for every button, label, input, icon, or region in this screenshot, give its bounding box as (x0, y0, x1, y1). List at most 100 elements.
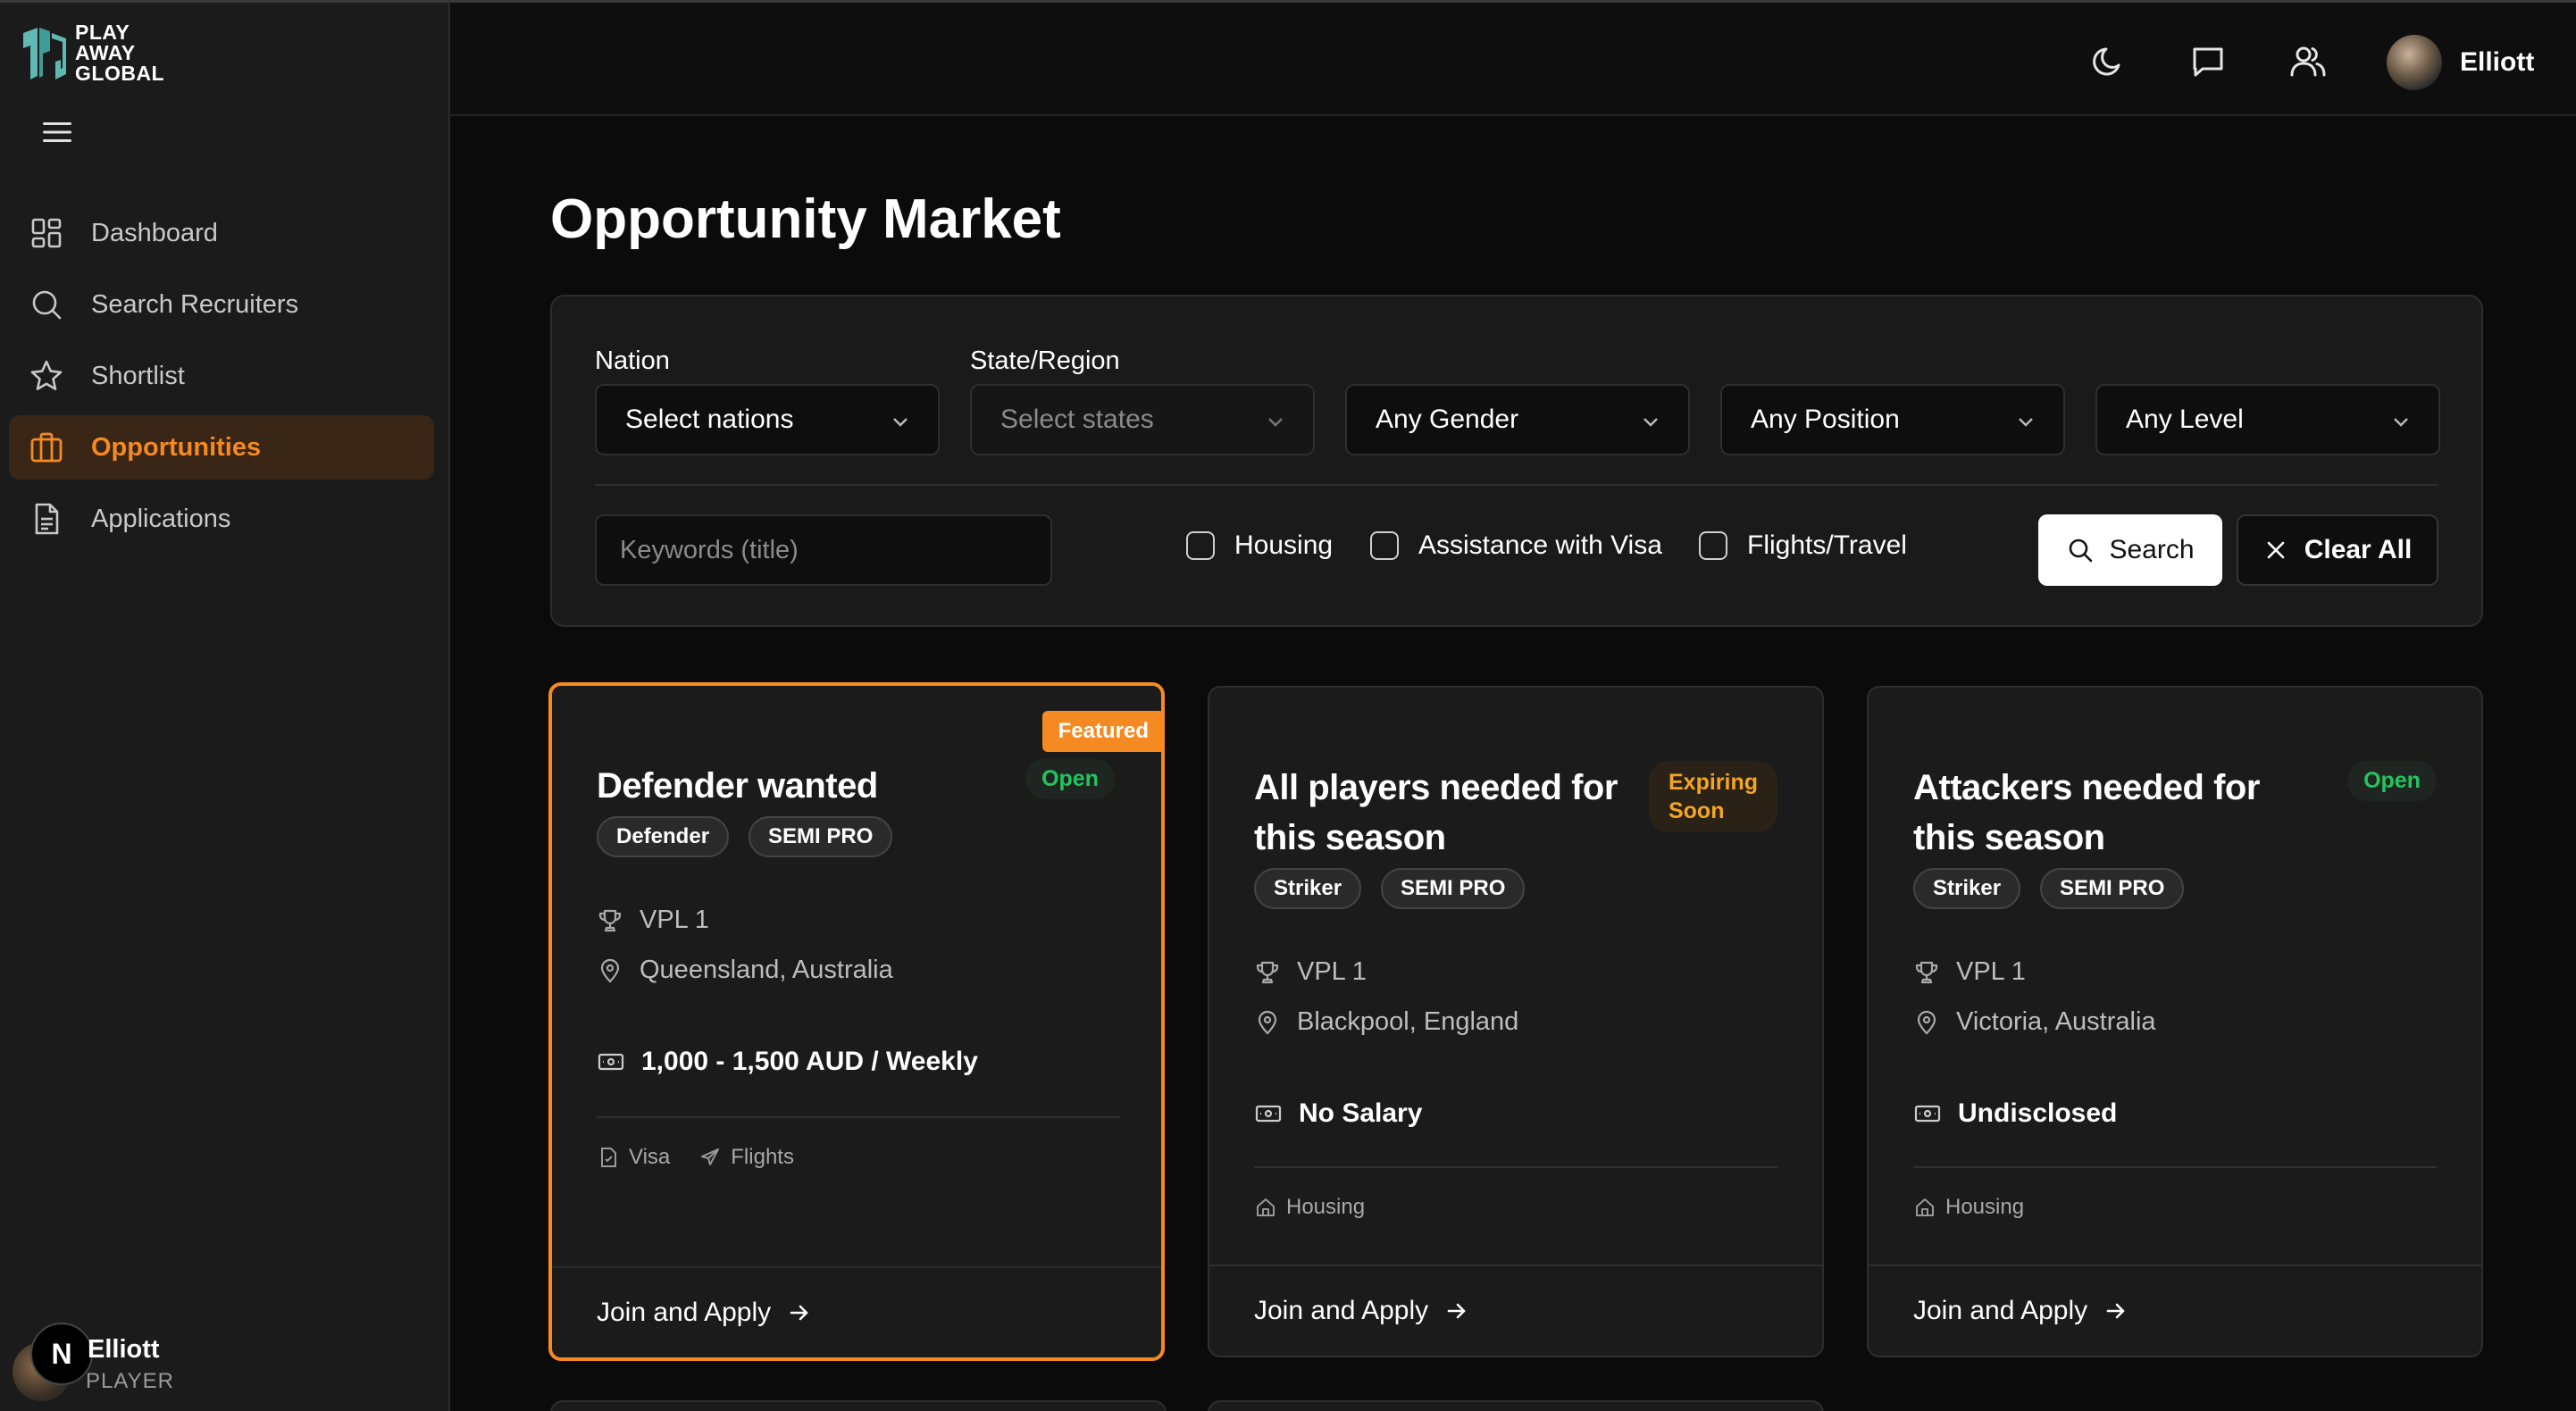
perk-housing: Housing (1254, 1195, 1365, 1220)
brand-logo-icon (23, 27, 66, 79)
status-badge: Open (1025, 759, 1115, 799)
join-and-apply-link[interactable]: Join and Apply (552, 1266, 1161, 1357)
chevron-down-icon (893, 418, 907, 427)
join-and-apply-link[interactable]: Join and Apply (1209, 1265, 1822, 1356)
opportunity-card[interactable]: Featured Defender wanted Open Defender S… (548, 682, 1165, 1361)
chevron-down-icon (2394, 418, 2408, 427)
trophy-icon (1256, 961, 1279, 983)
level-tag: SEMI PRO (749, 816, 893, 857)
checkbox-box[interactable] (1186, 531, 1215, 560)
sidebar-item-search-recruiters[interactable]: Search Recruiters (9, 272, 434, 337)
card-perks: Housing (1913, 1195, 2053, 1220)
perk-housing: Housing (1913, 1195, 2024, 1220)
opportunity-card-peek[interactable] (550, 1400, 1167, 1411)
perk-label: Flights (731, 1145, 794, 1169)
card-location: Victoria, Australia (1913, 1007, 2156, 1037)
avatar[interactable] (2387, 35, 2442, 90)
perk-label: Visa (629, 1145, 671, 1169)
users-icon[interactable] (2288, 42, 2328, 81)
card-divider (1254, 1166, 1777, 1168)
housing-checkbox-label: Housing (1234, 530, 1334, 560)
position-select[interactable]: Any Position (1720, 384, 2065, 455)
flights-checkbox-label: Flights/Travel (1747, 530, 1907, 560)
card-league: VPL 1 (1913, 957, 2026, 987)
position-select-value: Any Position (1751, 405, 1900, 434)
page-title: Opportunity Market (550, 188, 1061, 250)
sidebar-item-label: Search Recruiters (91, 289, 299, 319)
card-salary-text: 1,000 - 1,500 AUD / Weekly (641, 1047, 978, 1076)
brand-logo[interactable]: PLAY AWAY GLOBAL (20, 22, 164, 84)
position-tag: Striker (1913, 868, 2021, 909)
search-button[interactable]: Search (2038, 514, 2222, 586)
card-salary: No Salary (1254, 1098, 1422, 1129)
sidebar-item-label: Opportunities (91, 432, 262, 462)
visa-document-icon (601, 1148, 616, 1167)
card-salary-text: Undisclosed (1958, 1098, 2118, 1128)
briefcase-icon (30, 432, 63, 463)
status-badge-line: Expiring (1668, 770, 1758, 795)
n-badge[interactable]: N (30, 1323, 93, 1385)
card-salary: 1,000 - 1,500 AUD / Weekly (597, 1047, 978, 1077)
filter-divider (595, 484, 2438, 486)
level-tag: SEMI PRO (1381, 868, 1526, 909)
chat-icon[interactable] (2188, 42, 2228, 81)
menu-toggle-icon[interactable] (39, 119, 75, 146)
money-icon (1914, 1105, 1941, 1123)
opportunity-card[interactable]: All players needed for this season Expir… (1208, 686, 1824, 1357)
sidebar-nav: Dashboard Search Recruiters Shortlist Op… (9, 201, 434, 558)
housing-checkbox[interactable]: Housing (1186, 530, 1333, 561)
keyword-input[interactable] (595, 514, 1052, 586)
opportunity-card[interactable]: Attackers needed for this season Open St… (1867, 686, 2483, 1357)
clear-all-button-label: Clear All (2304, 535, 2413, 564)
moon-icon[interactable] (2088, 42, 2128, 81)
sidebar-item-applications[interactable]: Applications (9, 487, 434, 551)
nation-label: Nation (595, 346, 670, 375)
money-icon (598, 1053, 624, 1071)
filter-panel: Nation Select nations State/Region Selec… (550, 295, 2483, 627)
gender-select[interactable]: Any Gender (1345, 384, 1690, 455)
card-league-text: VPL 1 (1297, 957, 1367, 986)
close-icon (2267, 541, 2284, 559)
topbar-username[interactable]: Elliott (2460, 47, 2534, 78)
plane-icon (701, 1148, 720, 1165)
opportunity-card-peek[interactable] (1208, 1400, 1824, 1411)
card-location: Blackpool, England (1254, 1007, 1518, 1037)
home-icon (1916, 1198, 1934, 1216)
status-badge: Expiring Soon (1648, 761, 1777, 832)
card-divider (597, 1116, 1120, 1118)
location-pin-icon (600, 958, 620, 983)
checkbox-box[interactable] (1370, 531, 1399, 560)
card-tags: Striker SEMI PRO (1913, 868, 2204, 909)
trophy-icon (1915, 961, 1938, 983)
money-icon (1255, 1105, 1282, 1123)
clear-all-button[interactable]: Clear All (2237, 514, 2438, 586)
card-title: All players needed for this season (1254, 768, 1618, 857)
position-tag: Striker (1254, 868, 1362, 909)
sidebar-user[interactable]: N Elliott PLAYER (13, 1323, 280, 1403)
card-league-text: VPL 1 (640, 906, 709, 934)
perk-label: Housing (1945, 1195, 2025, 1219)
sidebar-item-shortlist[interactable]: Shortlist (9, 344, 434, 408)
sidebar: PLAY AWAY GLOBAL Dashboard Search Recrui… (0, 0, 450, 1411)
nation-select[interactable]: Select nations (595, 384, 940, 455)
card-league: VPL 1 (1254, 957, 1367, 987)
search-button-label: Search (2109, 535, 2195, 564)
state-select[interactable]: Select states (970, 384, 1315, 455)
grid-icon (31, 218, 62, 248)
flights-checkbox[interactable]: Flights/Travel (1699, 530, 1907, 561)
arrow-right-icon (790, 1305, 808, 1321)
sidebar-item-opportunities[interactable]: Opportunities (9, 415, 434, 480)
card-location-text: Queensland, Australia (640, 956, 893, 984)
perk-label: Housing (1286, 1195, 1366, 1219)
join-and-apply-link[interactable]: Join and Apply (1869, 1265, 2481, 1356)
sidebar-item-dashboard[interactable]: Dashboard (9, 201, 434, 265)
visa-checkbox[interactable]: Assistance with Visa (1370, 530, 1662, 561)
level-select[interactable]: Any Level (2095, 384, 2440, 455)
checkbox-box[interactable] (1699, 531, 1727, 560)
card-title: Attackers needed for this season (1913, 768, 2260, 857)
arrow-right-icon (2106, 1303, 2125, 1319)
arrow-right-icon (1447, 1303, 1466, 1319)
card-perks: Housing (1254, 1195, 1393, 1220)
state-label: State/Region (970, 346, 1120, 375)
gender-select-value: Any Gender (1376, 405, 1519, 434)
